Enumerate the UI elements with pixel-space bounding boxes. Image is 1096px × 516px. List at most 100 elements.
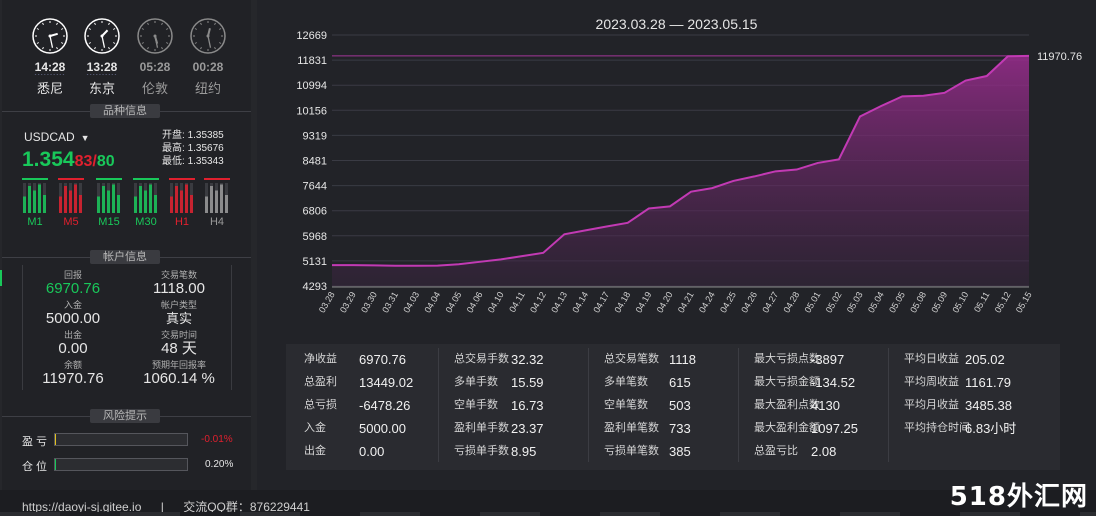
high-value: 1.35676 bbox=[187, 143, 224, 154]
stats-row: 最大亏损点数 -3897 bbox=[736, 348, 886, 371]
timeframe-cap bbox=[204, 178, 230, 180]
timeframe-m30[interactable]: M30 bbox=[133, 178, 159, 228]
x-tick-label: 05.03 bbox=[845, 290, 865, 315]
timeframe-bars bbox=[170, 183, 193, 213]
timeframe-bars bbox=[205, 183, 228, 213]
timeframe-m15[interactable]: M15 bbox=[96, 178, 122, 228]
stat-value: 1161.79 bbox=[965, 375, 1012, 390]
stats-row: 总交易手数 32.32 bbox=[436, 348, 586, 371]
price-pips: 83 bbox=[74, 153, 93, 170]
profit-bar bbox=[54, 433, 188, 446]
timeframe-m1[interactable]: M1 bbox=[22, 178, 48, 228]
timeframe-h1[interactable]: H1 bbox=[169, 178, 195, 228]
profit-label: 盈 亏 bbox=[22, 436, 48, 448]
timeframe-label: M5 bbox=[63, 216, 79, 228]
stat-label: 总盈利 bbox=[304, 376, 337, 388]
annual-label: 预期年回报率 bbox=[151, 360, 206, 370]
time-label: 交易时间 bbox=[160, 330, 197, 340]
world-clocks: 14:28 •••••••••• 悉尼 13:28 •••••••••• 东京 … bbox=[2, 0, 251, 100]
account-info: 回报 6970.76 交易笔数 1118.00 入金 5000.00 帐户类型 … bbox=[22, 265, 232, 390]
stat-label: 多单笔数 bbox=[604, 376, 648, 388]
x-tick-label: 03.28 bbox=[317, 290, 337, 315]
x-tick-label: 05.09 bbox=[929, 290, 949, 315]
stats-row: 亏损单笔数 385 bbox=[586, 440, 736, 463]
x-tick-label: 04.04 bbox=[422, 290, 442, 315]
clock-seconds-dots: •••••••••• bbox=[34, 74, 66, 77]
timeframe-bars bbox=[23, 183, 46, 213]
stats-column-2: 总交易笔数 1118 多单笔数 615 空单笔数 503 盈利单笔数 733 亏损单笔数 385 bbox=[586, 348, 736, 463]
clock-seconds-dots: •••••••••• bbox=[86, 74, 118, 77]
x-tick-label: 04.11 bbox=[507, 290, 527, 314]
x-tick-label: 05.08 bbox=[908, 290, 928, 315]
equity-panel: 2023.03.28 — 2023.05.15 4293 5131 5968 6806… bbox=[257, 0, 1096, 490]
stat-label: 总交易笔数 bbox=[604, 353, 659, 365]
position-bar-fill bbox=[55, 459, 56, 470]
timeframe-m5[interactable]: M5 bbox=[58, 178, 84, 228]
ohl-block: 开盘: 1.35385 最高: 1.35676 最低: 1.35343 bbox=[162, 129, 224, 168]
clock-time: 00:28 bbox=[192, 60, 224, 74]
balance-value: 11970.76 bbox=[42, 370, 104, 387]
stats-row: 总盈亏比 2.08 bbox=[736, 440, 886, 463]
risk-section-label: 风险提示 bbox=[90, 409, 160, 423]
stat-value: 3485.38 bbox=[965, 398, 1012, 413]
x-tick-label: 04.10 bbox=[486, 290, 506, 315]
y-tick-label: 12669 bbox=[296, 30, 327, 42]
timeframe-cap bbox=[169, 178, 195, 180]
clock-face-icon bbox=[32, 18, 68, 54]
y-tick-label: 10156 bbox=[296, 105, 327, 117]
x-tick-label: 05.05 bbox=[887, 290, 907, 315]
x-tick-label: 03.30 bbox=[359, 290, 379, 315]
clock-face-icon bbox=[84, 18, 120, 54]
stat-value: 6.83小时 bbox=[965, 421, 1017, 436]
clock-seconds-dots bbox=[190, 74, 226, 77]
stats-row: 盈利单笔数 733 bbox=[586, 417, 736, 440]
stats-row: 多单手数 15.59 bbox=[436, 371, 586, 394]
stats-row: 空单手数 16.73 bbox=[436, 394, 586, 417]
y-tick-label: 9319 bbox=[303, 130, 327, 142]
stats-row: 净收益 6970.76 bbox=[286, 348, 436, 371]
withdraw-label: 出金 bbox=[63, 330, 82, 340]
product-section-title: 品种信息 bbox=[2, 104, 251, 118]
return-cell: 回报 6970.76 bbox=[23, 270, 123, 297]
timeframe-cap bbox=[22, 178, 48, 180]
stat-value: 32.32 bbox=[511, 352, 544, 367]
x-tick-label: 04.21 bbox=[676, 290, 696, 315]
stat-label: 平均月收益 bbox=[904, 399, 959, 411]
x-tick-label: 05.02 bbox=[824, 290, 844, 315]
type-cell: 帐户类型 真实 bbox=[129, 300, 229, 327]
stats-divider bbox=[588, 348, 589, 462]
x-tick-label: 04.25 bbox=[718, 290, 738, 315]
x-tick-label: 05.10 bbox=[950, 290, 970, 315]
stats-row: 多单笔数 615 bbox=[586, 371, 736, 394]
y-tick-label: 11831 bbox=[297, 55, 327, 67]
stat-value: -134.52 bbox=[811, 375, 856, 390]
stat-label: 亏损单笔数 bbox=[604, 445, 659, 457]
timeframe-bars bbox=[59, 183, 82, 213]
x-tick-label: 04.14 bbox=[570, 290, 590, 315]
symbol-selector[interactable]: USDCAD ▼ bbox=[24, 130, 90, 144]
price-main: 1.354 bbox=[22, 148, 75, 171]
stat-value: 0.00 bbox=[359, 444, 385, 459]
stat-value: 1097.25 bbox=[811, 421, 858, 436]
position-label: 仓 位 bbox=[22, 461, 48, 473]
stat-value: 615 bbox=[669, 375, 691, 390]
timeframe-h4[interactable]: H4 bbox=[204, 178, 230, 228]
deposit-label: 入金 bbox=[63, 300, 82, 310]
trades-cell: 交易笔数 1118.00 bbox=[129, 270, 229, 297]
time-cell: 交易时间 48 天 bbox=[129, 330, 229, 357]
low-label: 最低: bbox=[162, 156, 185, 167]
x-tick-label: 04.06 bbox=[465, 290, 485, 315]
x-tick-label: 04.05 bbox=[444, 290, 464, 315]
stat-label: 出金 bbox=[304, 445, 326, 457]
type-label: 帐户类型 bbox=[160, 300, 197, 310]
stat-value: 2.08 bbox=[811, 444, 837, 459]
product-section-label: 品种信息 bbox=[90, 104, 160, 118]
y-tick-label: 5968 bbox=[303, 231, 327, 243]
stat-value: 8.95 bbox=[511, 444, 537, 459]
clock-1: 13:28 •••••••••• 东京 bbox=[82, 18, 122, 96]
last-value-label: 11970.76 bbox=[1037, 51, 1082, 63]
return-value: 6970.76 bbox=[45, 280, 101, 297]
timeframe-label: M15 bbox=[98, 216, 120, 228]
stat-value: 5000.00 bbox=[359, 421, 406, 436]
stats-column-0: 净收益 6970.76 总盈利 13449.02 总亏损 -6478.26 入金 5000.0… bbox=[286, 348, 436, 463]
